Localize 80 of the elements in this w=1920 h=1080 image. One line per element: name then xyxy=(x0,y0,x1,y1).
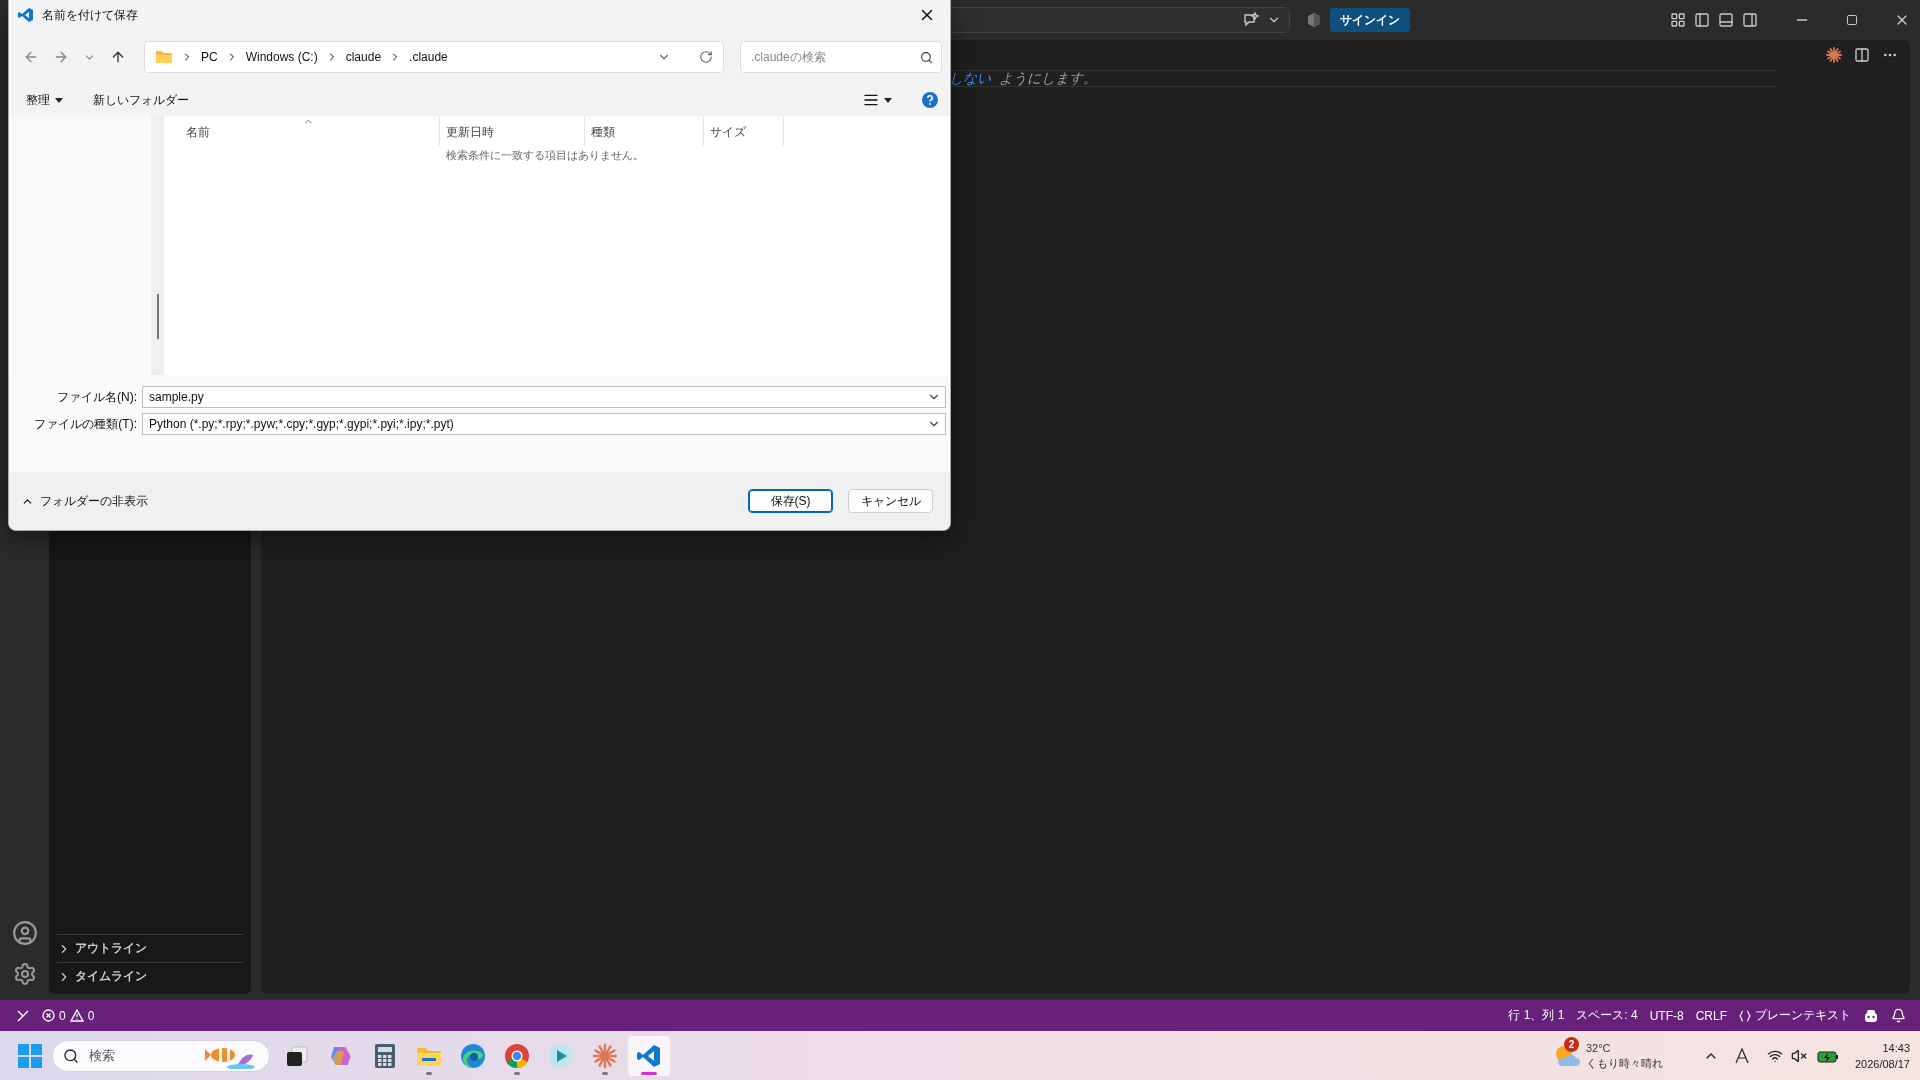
notification-badge: 2 xyxy=(1563,1036,1579,1052)
panel-toggle-icon[interactable] xyxy=(1718,12,1734,28)
combo-field[interactable]: Python (*.py;*.rpy;*.pyw;*.cpy;*.gyp;*.gypi;*.pyi;*.ipy;*.pyt) xyxy=(142,413,946,435)
dialog-button[interactable]: キャンセル xyxy=(848,489,933,513)
dialog-title: 名前を付けて保存 xyxy=(42,6,138,24)
help-icon[interactable] xyxy=(922,92,938,108)
clock[interactable]: 14:43 2026/08/17 xyxy=(1854,1039,1910,1072)
split-editor-icon[interactable] xyxy=(1854,47,1870,63)
breadcrumb[interactable]: PC xyxy=(201,50,218,64)
forward-icon[interactable] xyxy=(53,49,69,65)
combo-field[interactable]: sample.py xyxy=(142,386,946,408)
secondary-sidebar-icon[interactable] xyxy=(1742,12,1758,28)
address-bar[interactable]: PC Windows (C:) claude .claude xyxy=(144,41,724,73)
organize-menu[interactable]: 整理 xyxy=(26,91,63,109)
list-view-icon xyxy=(863,92,879,108)
notifications-icon[interactable] xyxy=(1891,1008,1906,1023)
cube-icon[interactable] xyxy=(1306,12,1322,28)
account-icon[interactable] xyxy=(11,920,38,946)
empty-message: 検索条件に一致する項目はありません。 xyxy=(446,148,644,163)
ime-indicator-icon[interactable] xyxy=(1734,1047,1749,1064)
volume-muted-icon[interactable] xyxy=(1790,1047,1807,1064)
sidebar-section[interactable]: タイムライン xyxy=(57,962,243,990)
ribbon-logo-icon xyxy=(636,1042,662,1069)
copilot-icon[interactable] xyxy=(1863,1008,1879,1023)
status-item[interactable]: スペース: 4 xyxy=(1576,1007,1638,1024)
status-item[interactable]: CRLF xyxy=(1695,1008,1727,1023)
breadcrumb[interactable]: claude xyxy=(345,50,382,64)
back-icon[interactable] xyxy=(23,49,39,65)
problems-indicator[interactable]: 0 0 xyxy=(42,1008,95,1023)
view-options-button[interactable] xyxy=(863,92,892,108)
status-item[interactable]: UTF-8 xyxy=(1649,1008,1684,1023)
breadcrumb[interactable]: .claude xyxy=(409,50,448,64)
calculator-icon xyxy=(374,1042,396,1069)
taskbar-search-field[interactable]: 検索 xyxy=(52,1039,270,1072)
search-icon xyxy=(63,1047,79,1064)
language-mode[interactable]: プレーンテキスト xyxy=(1739,1007,1851,1024)
dropdown-triangle-icon xyxy=(55,97,63,103)
search-icon xyxy=(920,50,933,64)
hide-folders-button[interactable]: フォルダーの非表示 xyxy=(21,492,148,510)
temperature: 32°C xyxy=(1585,1040,1612,1056)
sign-in-button[interactable]: サインイン xyxy=(1330,8,1410,32)
error-count: 0 xyxy=(59,1008,66,1023)
restore-icon[interactable] xyxy=(1846,14,1858,26)
scrollbar-thumb xyxy=(156,294,159,339)
braces-icon xyxy=(1739,1009,1751,1022)
layout-icon[interactable] xyxy=(1670,12,1686,28)
error-icon xyxy=(42,1009,55,1022)
remote-icon[interactable] xyxy=(16,1008,30,1023)
play-circle-icon xyxy=(548,1042,574,1069)
status-item[interactable]: 行 1、列 1 xyxy=(1508,1007,1565,1024)
refresh-icon[interactable] xyxy=(699,50,713,64)
search-field[interactable]: .claudeの検索 xyxy=(740,41,942,73)
settings-icon[interactable] xyxy=(12,962,37,986)
breadcrumb[interactable]: Windows (C:) xyxy=(245,50,318,64)
sidebar-section[interactable]: アウトライン xyxy=(57,934,243,962)
dialog-button[interactable]: 保存(S) xyxy=(748,489,833,513)
wave-circle-icon xyxy=(460,1042,486,1069)
segmented-circle-icon xyxy=(504,1042,530,1069)
up-icon[interactable] xyxy=(110,49,126,65)
starburst-icon[interactable] xyxy=(1826,47,1842,63)
field-label: ファイル名(N): xyxy=(56,388,137,406)
starburst-icon xyxy=(592,1042,618,1069)
chat-sparkle-icon[interactable] xyxy=(1243,12,1259,28)
warning-icon xyxy=(69,1009,84,1022)
search-input[interactable]: 検索 xyxy=(87,1047,197,1064)
dropdown-triangle-icon xyxy=(884,97,892,103)
overlapping-squares-icon xyxy=(285,1043,309,1068)
editor-text: しない xyxy=(949,69,991,88)
folder-icon xyxy=(155,50,173,64)
warning-count: 0 xyxy=(87,1008,95,1023)
field-label: ファイルの種類(T): xyxy=(33,415,137,433)
field-input[interactable]: Python (*.py;*.rpy;*.pyw;*.cpy;*.gyp;*.gypi;*.pyi;*.ipy;*.pyt) xyxy=(147,416,927,432)
sidebar-toggle-icon[interactable] xyxy=(1694,12,1710,28)
battery-charging-icon[interactable] xyxy=(1816,1048,1839,1063)
new-folder-button[interactable]: 新しいフォルダー xyxy=(93,91,189,109)
weather-condition: くもり時々晴れ xyxy=(1585,1055,1663,1071)
editor-text: ようにします。 xyxy=(999,69,1097,88)
field-input[interactable]: sample.py xyxy=(147,389,927,405)
windows-start-icon[interactable] xyxy=(18,1043,42,1068)
ribbon-logo-icon xyxy=(18,7,34,23)
